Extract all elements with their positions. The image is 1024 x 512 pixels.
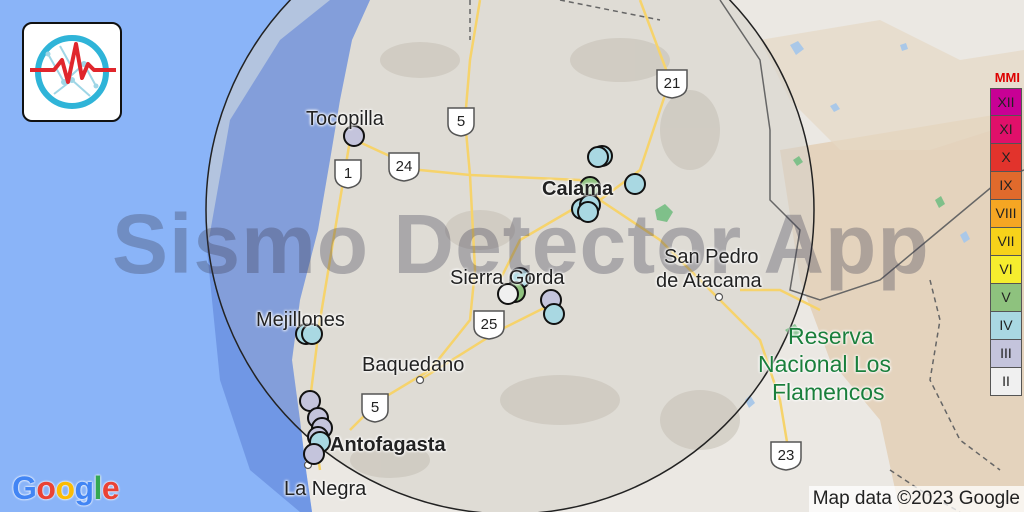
earthquake-marker[interactable] (543, 303, 565, 325)
label-san-pedro-2: de Atacama (656, 270, 762, 292)
google-logo: Google (12, 470, 120, 507)
map-attribution: Map data ©2023 Google (808, 486, 1024, 512)
highway-shield-23: 23 (770, 441, 802, 471)
mmi-level-xi: XI (990, 116, 1022, 144)
mmi-level-ix: IX (990, 172, 1022, 200)
label-calama: Calama (542, 178, 614, 200)
mmi-level-x: X (990, 144, 1022, 172)
mmi-level-xii: XII (990, 88, 1022, 116)
highway-shield-5: 5 (447, 107, 475, 137)
label-sierra-gorda: Sierra Gorda (450, 267, 565, 289)
google-logo-letter: G (12, 470, 37, 506)
label-san-pedro-1: San Pedro (664, 246, 759, 268)
svg-text:23: 23 (778, 447, 795, 464)
google-logo-letter: o (36, 470, 56, 506)
mmi-level-iii: III (990, 340, 1022, 368)
mmi-level-vi: VI (990, 256, 1022, 284)
label-baquedano: Baquedano (362, 354, 465, 376)
label-antofagasta: Antofagasta (330, 434, 446, 456)
mmi-level-iv: IV (990, 312, 1022, 340)
mmi-level-ii: II (990, 368, 1022, 396)
svg-text:5: 5 (371, 399, 379, 416)
label-reserva-3: Flamencos (772, 379, 885, 405)
app-icon[interactable] (22, 22, 122, 122)
highway-shield-5: 5 (361, 393, 389, 423)
seismograph-globe-icon (30, 35, 116, 109)
svg-text:24: 24 (396, 158, 413, 175)
label-reserva-2: Nacional Los (758, 351, 891, 377)
label-reserva-1: Reserva (788, 323, 874, 349)
mmi-legend-title: MMI (994, 70, 1020, 85)
google-logo-letter: l (93, 470, 103, 506)
mmi-level-viii: VIII (990, 200, 1022, 228)
svg-text:21: 21 (664, 75, 681, 92)
label-tocopilla: Tocopilla (306, 108, 384, 130)
highway-shield-21: 21 (656, 69, 688, 99)
highway-shield-25: 25 (473, 310, 505, 340)
mmi-legend: MMI XII XI X IX VIII VII VI V IV III II (990, 68, 1022, 396)
mmi-level-vii: VII (990, 228, 1022, 256)
mmi-level-v: V (990, 284, 1022, 312)
google-logo-letter: e (101, 470, 120, 506)
label-mejillones: Mejillones (256, 309, 345, 331)
google-logo-letter: o (55, 470, 75, 506)
earthquake-marker[interactable] (303, 443, 325, 465)
earthquake-marker[interactable] (587, 146, 609, 168)
label-la-negra: La Negra (284, 478, 367, 500)
tan-terrain-east (780, 110, 1024, 512)
svg-text:25: 25 (481, 316, 498, 333)
svg-text:5: 5 (457, 113, 465, 130)
highway-shield-24: 24 (388, 152, 420, 182)
earthquake-marker[interactable] (624, 173, 646, 195)
svg-text:1: 1 (344, 165, 352, 182)
google-logo-letter: g (74, 470, 94, 506)
highway-shield-1: 1 (334, 159, 362, 189)
